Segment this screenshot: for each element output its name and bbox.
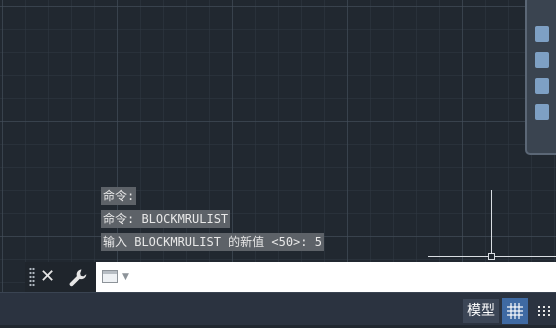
- status-bar: 模型: [0, 292, 556, 325]
- command-line-bar: ✕ ▼: [25, 262, 556, 292]
- ucs-origin-marker: [488, 253, 495, 260]
- command-input[interactable]: [136, 266, 550, 290]
- history-line: 命令: BLOCKMRULIST: [101, 210, 231, 228]
- history-line: 命令:: [101, 187, 137, 205]
- drag-handle-icon[interactable]: [29, 267, 35, 287]
- snap-grid-icon[interactable]: [532, 298, 556, 324]
- drawing-canvas[interactable]: 命令: 命令: BLOCKMRULIST 输入 BLOCKMRULIST 的新值…: [0, 0, 556, 292]
- history-line: 输入 BLOCKMRULIST 的新值 <50>: 5: [101, 233, 324, 251]
- navigation-panel: [525, 0, 556, 155]
- grid-icon[interactable]: [502, 298, 528, 324]
- ucs-y-axis: [491, 190, 492, 256]
- nav-button[interactable]: [535, 104, 549, 120]
- chevron-down-icon[interactable]: ▼: [122, 271, 129, 283]
- command-input-area[interactable]: ▼: [96, 262, 556, 292]
- tab-model[interactable]: 模型: [463, 299, 499, 323]
- nav-button[interactable]: [535, 26, 549, 42]
- nav-button[interactable]: [535, 78, 549, 94]
- command-history: 命令: 命令: BLOCKMRULIST 输入 BLOCKMRULIST 的新值…: [101, 185, 324, 254]
- nav-button[interactable]: [535, 52, 549, 68]
- close-icon[interactable]: ✕: [40, 265, 55, 289]
- wrench-icon[interactable]: [67, 267, 89, 289]
- command-prompt-icon[interactable]: [102, 270, 118, 283]
